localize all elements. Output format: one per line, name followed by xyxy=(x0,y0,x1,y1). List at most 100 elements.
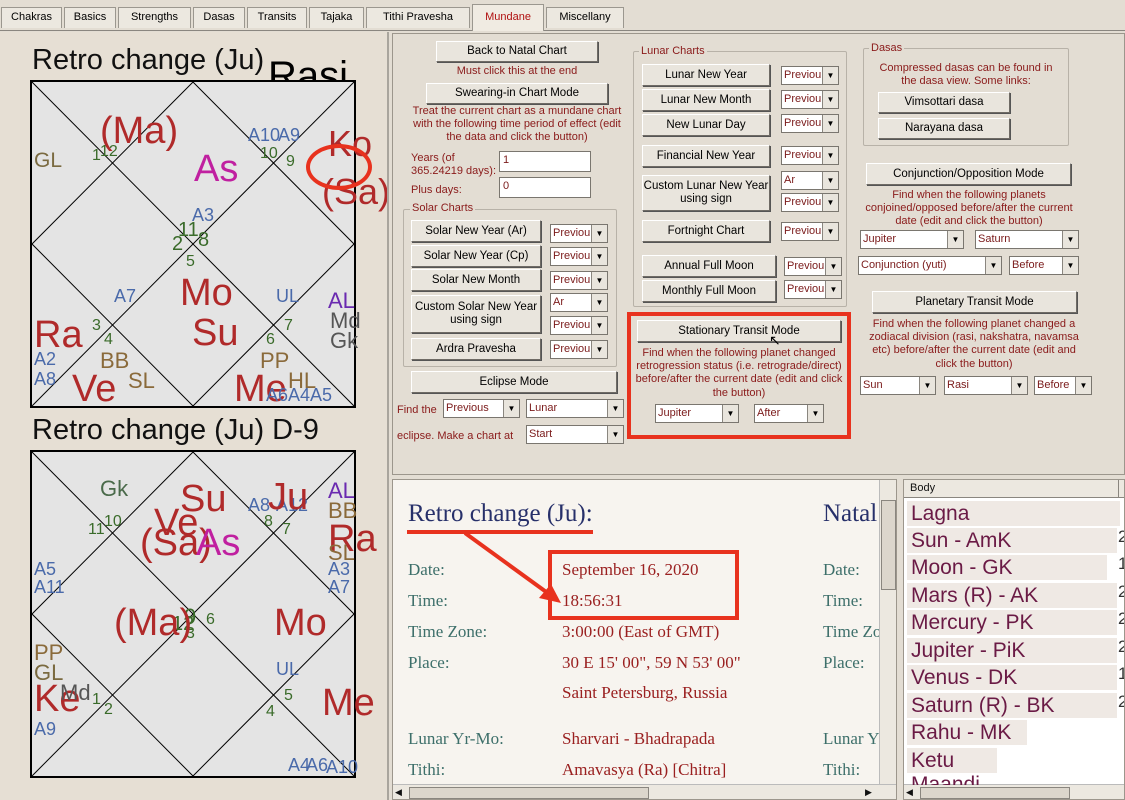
lunar-day-select[interactable]: Previou ▼ xyxy=(781,114,839,133)
body-column-header[interactable]: Body xyxy=(910,482,935,494)
lunar-sign-select[interactable]: Ar ▼ xyxy=(781,171,839,190)
eclipse-mode-button[interactable]: Eclipse Mode xyxy=(411,371,617,393)
scroll-thumb[interactable] xyxy=(409,787,649,799)
fortnight-select[interactable]: Previou ▼ xyxy=(781,222,839,241)
chart-panel: Retro change (Ju) Rasi (Ma) GL 1 12 As A… xyxy=(0,32,389,800)
rasi-chart-title: Retro change (Ju) xyxy=(32,44,265,76)
bodies-horizontal-scrollbar[interactable]: ◀ xyxy=(904,784,1124,799)
conj-direction-select[interactable]: Before ▼ xyxy=(1009,256,1079,275)
vimsottari-dasa-button[interactable]: Vimsottari dasa xyxy=(878,92,1010,113)
pt-division-select[interactable]: Rasi ▼ xyxy=(944,376,1028,395)
scroll-right-icon[interactable]: ▶ xyxy=(865,787,872,798)
pt-planet-select[interactable]: Sun ▼ xyxy=(860,376,936,395)
list-item[interactable]: Mercury - PK xyxy=(907,609,1117,636)
new-lunar-day-button[interactable]: New Lunar Day xyxy=(642,114,770,136)
ardra-select[interactable]: Previou ▼ xyxy=(550,340,608,359)
pt-direction-select[interactable]: Before ▼ xyxy=(1034,376,1092,395)
financial-year-select[interactable]: Previou ▼ xyxy=(781,146,839,165)
tab-strengths[interactable]: Strengths xyxy=(118,7,191,28)
lunar-yr-mo-value: Sharvari - Bhadrapada xyxy=(562,729,715,748)
place-label: Place: xyxy=(408,653,450,672)
conjunction-opposition-button[interactable]: Conjunction/Opposition Mode xyxy=(866,163,1071,185)
chevron-down-icon: ▼ xyxy=(591,225,607,242)
tab-dasas[interactable]: Dasas xyxy=(193,7,245,28)
list-item[interactable]: Sun - AmK xyxy=(907,527,1117,554)
conj-planet1-select[interactable]: Jupiter ▼ xyxy=(860,230,964,249)
natal-place-label: Place: xyxy=(823,653,865,672)
list-item[interactable]: Lagna xyxy=(907,500,1120,527)
ardra-pravesha-button[interactable]: Ardra Pravesha xyxy=(411,338,541,360)
solar-new-year-cp-button[interactable]: Solar New Year (Cp) xyxy=(411,245,541,267)
planet-a3: A3 xyxy=(328,559,351,579)
custom-lunar-new-year-button[interactable]: Custom Lunar New Year using sign xyxy=(642,175,770,211)
list-item[interactable]: Moon - GK xyxy=(907,554,1107,581)
scroll-thumb[interactable] xyxy=(920,787,1070,799)
planet-a10: A10 xyxy=(326,757,359,777)
list-item[interactable]: Jupiter - PiK xyxy=(907,637,1117,664)
back-to-natal-button[interactable]: Back to Natal Chart xyxy=(436,41,598,62)
financial-new-year-button[interactable]: Financial New Year xyxy=(642,145,770,167)
solar-new-month-button[interactable]: Solar New Month xyxy=(411,269,541,291)
monthly-full-moon-button[interactable]: Monthly Full Moon xyxy=(642,280,776,302)
solar-ar-select[interactable]: Previou ▼ xyxy=(550,224,608,243)
list-item[interactable]: Rahu - MK xyxy=(907,719,1027,746)
solar-new-year-ar-button[interactable]: Solar New Year (Ar) xyxy=(411,220,541,242)
info-vertical-scrollbar[interactable] xyxy=(879,480,896,784)
annual-moon-select[interactable]: Previou ▼ xyxy=(784,257,842,276)
navamsa-chart[interactable]: Gk 11 10 Su Ve (Sa) As A8 A12 8 7 Ju AL … xyxy=(30,450,377,778)
tab-chakras[interactable]: Chakras xyxy=(1,7,62,28)
planet-a2: A2 xyxy=(34,349,57,369)
solar-custom-select[interactable]: Previou ▼ xyxy=(550,316,608,335)
fortnight-chart-button[interactable]: Fortnight Chart xyxy=(642,220,770,242)
tab-miscellany[interactable]: Miscellany xyxy=(546,7,624,28)
list-item[interactable]: Saturn (R) - BK xyxy=(907,692,1117,719)
lunar-new-year-button[interactable]: Lunar New Year xyxy=(642,64,770,86)
house-num: 5 xyxy=(284,687,293,704)
swearing-in-button[interactable]: Swearing-in Chart Mode xyxy=(426,83,608,104)
solar-cp-select[interactable]: Previou ▼ xyxy=(550,247,608,266)
planet-su: Su xyxy=(192,312,239,354)
planet-a7: A7 xyxy=(328,577,351,597)
plus-days-input[interactable]: 0 xyxy=(499,177,591,198)
tab-transits[interactable]: Transits xyxy=(247,7,307,28)
tab-tajaka[interactable]: Tajaka xyxy=(309,7,364,28)
list-item[interactable]: Ketu xyxy=(907,747,997,774)
tab-tithi-pravesha[interactable]: Tithi Pravesha xyxy=(366,7,470,28)
solar-month-select[interactable]: Previou ▼ xyxy=(550,271,608,290)
conj-type-select[interactable]: Conjunction (yuti) ▼ xyxy=(858,256,1002,275)
list-item[interactable]: Mars (R) - AK xyxy=(907,582,1117,609)
planet-me: Me xyxy=(322,682,375,724)
scroll-left-icon[interactable]: ◀ xyxy=(395,787,402,798)
eclipse-direction-select[interactable]: Previous ▼ xyxy=(443,399,520,418)
years-input[interactable]: 1 xyxy=(499,151,591,172)
custom-solar-new-year-button[interactable]: Custom Solar New Year using sign xyxy=(411,295,541,333)
tab-mundane[interactable]: Mundane xyxy=(472,4,544,31)
lunar-month-select[interactable]: Previou ▼ xyxy=(781,90,839,109)
place-name-value: Saint Petersburg, Russia xyxy=(562,683,728,702)
lunar-year-select[interactable]: Previou ▼ xyxy=(781,66,839,85)
dasas-label: Dasas xyxy=(869,42,905,54)
chevron-down-icon: ▼ xyxy=(591,272,607,289)
conj-planet2-select[interactable]: Saturn ▼ xyxy=(975,230,1079,249)
scroll-left-icon[interactable]: ◀ xyxy=(906,787,913,798)
scroll-thumb[interactable] xyxy=(881,500,896,590)
chevron-down-icon: ▼ xyxy=(919,377,935,394)
chevron-down-icon: ▼ xyxy=(822,147,838,164)
lunar-custom-select[interactable]: Previou ▼ xyxy=(781,193,839,212)
tab-basics[interactable]: Basics xyxy=(64,7,116,28)
rasi-chart[interactable]: (Ma) GL 1 12 As A10 A9 10 9 Ko (Sa) A3 1… xyxy=(30,80,387,408)
chevron-down-icon: ▼ xyxy=(607,426,623,443)
eclipse-kind-select[interactable]: Lunar ▼ xyxy=(526,399,624,418)
eclipse-make-label: eclipse. Make a chart at xyxy=(397,430,514,442)
solar-sign-select[interactable]: Ar ▼ xyxy=(550,293,608,312)
chevron-down-icon: ▼ xyxy=(1011,377,1027,394)
planetary-transit-button[interactable]: Planetary Transit Mode xyxy=(872,291,1077,313)
list-item[interactable]: Venus - DK xyxy=(907,664,1117,691)
annual-full-moon-button[interactable]: Annual Full Moon xyxy=(642,255,776,277)
info-horizontal-scrollbar[interactable]: ◀ ▶ xyxy=(393,784,896,799)
monthly-moon-select[interactable]: Previou ▼ xyxy=(784,280,842,299)
list-item[interactable]: Maandi xyxy=(907,771,980,785)
lunar-new-month-button[interactable]: Lunar New Month xyxy=(642,89,770,111)
eclipse-at-select[interactable]: Start ▼ xyxy=(526,425,624,444)
narayana-dasa-button[interactable]: Narayana dasa xyxy=(878,118,1010,139)
